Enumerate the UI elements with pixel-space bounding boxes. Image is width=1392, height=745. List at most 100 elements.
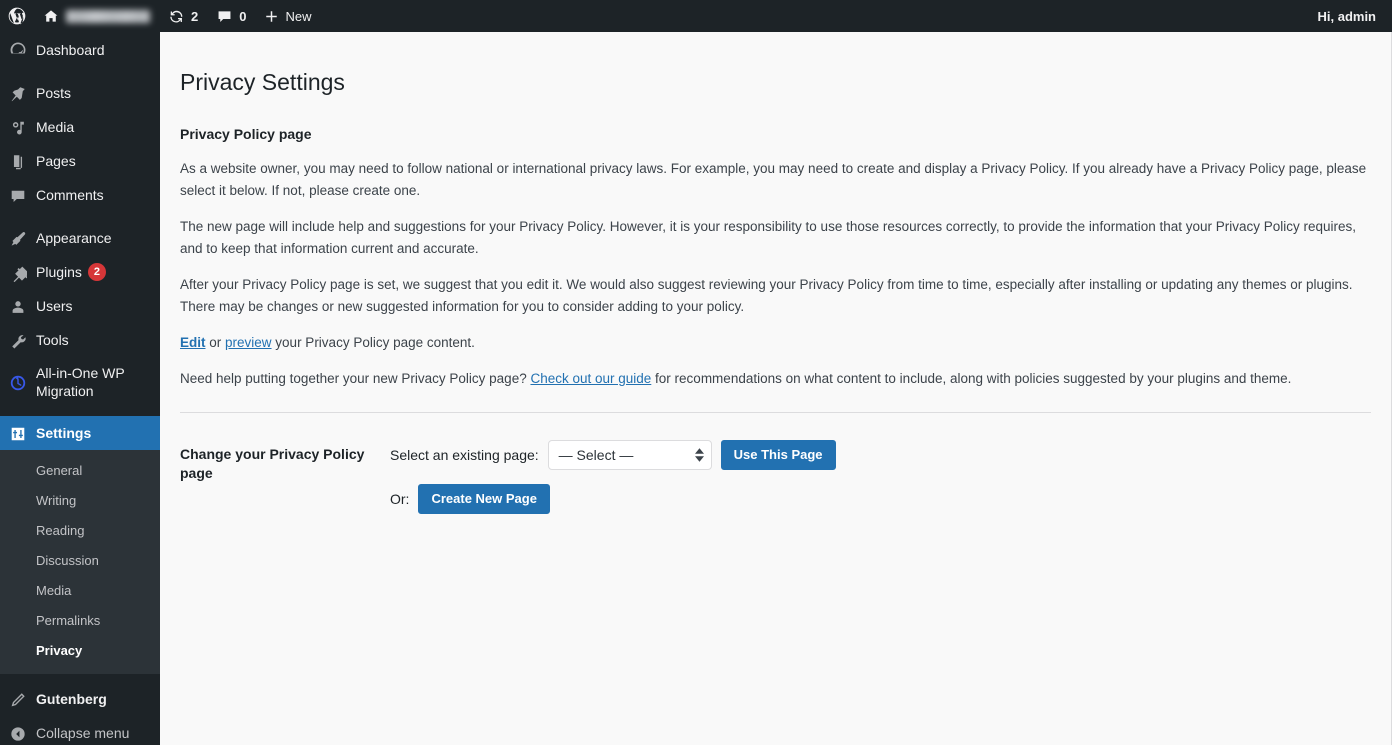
admin-bar: 2 0 New Hi, admin [0, 0, 1392, 32]
menu-separator [0, 674, 160, 682]
sidebar-item-label: Pages [36, 153, 76, 169]
settings-sliders-icon [0, 424, 36, 443]
plug-icon [0, 263, 36, 282]
sidebar-item-collapse-menu[interactable]: Collapse menu [0, 716, 160, 745]
updates-count: 2 [191, 8, 199, 24]
edit-preview-line: Edit or preview your Privacy Policy page… [180, 332, 1371, 354]
menu-separator [0, 67, 160, 76]
intro-paragraph-3: After your Privacy Policy page is set, w… [180, 276, 1353, 314]
sidebar-item-label: Appearance [36, 230, 112, 246]
site-name-redacted [66, 9, 150, 23]
sidebar-item-label: Collapse menu [36, 725, 130, 741]
sidebar-item-plugins[interactable]: Plugins 2 [0, 255, 160, 289]
user-icon [0, 297, 36, 316]
select-updown-arrows-icon [694, 448, 704, 463]
home-icon [43, 8, 59, 24]
edit-policy-page-link[interactable]: Edit [180, 335, 206, 350]
wp-admin-screen: 2 0 New Hi, admin Dashboard Posts Media … [0, 0, 1392, 745]
create-new-page-button[interactable]: Create New Page [418, 484, 550, 515]
select-existing-page-row: Select an existing page: — Select — Use … [390, 440, 1361, 471]
main-content-area: Privacy Settings Privacy Policy page As … [160, 32, 1392, 745]
sidebar-item-label: Tools [36, 332, 69, 348]
submenu-item-general[interactable]: General [0, 456, 160, 486]
guide-help-line: Need help putting together your new Priv… [180, 368, 1371, 390]
wordpress-logo-menu[interactable] [0, 0, 34, 32]
change-policy-page-label: Change your Privacy Policy page [180, 446, 365, 481]
change-policy-page-row: Change your Privacy Policy page Select a… [180, 425, 1371, 534]
sidebar-item-label: All-in-One WP Migration [36, 365, 125, 399]
media-icon [0, 118, 36, 137]
comments-count: 0 [239, 8, 247, 24]
page-title: Privacy Settings [180, 69, 345, 95]
new-content-menu[interactable]: New [255, 0, 320, 32]
submenu-item-privacy[interactable]: Privacy [0, 636, 160, 666]
sidebar-item-appearance[interactable]: Appearance [0, 221, 160, 255]
comment-bubble-icon [216, 8, 233, 25]
guide-line-lead-text: Need help putting together your new Priv… [180, 370, 531, 386]
sidebar-item-label: Posts [36, 85, 72, 101]
collapse-arrow-icon [0, 724, 36, 743]
submenu-item-media[interactable]: Media [0, 576, 160, 606]
sidebar-item-label: Users [36, 298, 73, 314]
sidebar-item-all-in-one-wp-migration[interactable]: All-in-One WP Migration [0, 357, 160, 407]
account-menu[interactable]: Hi, admin [1308, 0, 1392, 32]
sidebar-item-dashboard[interactable]: Dashboard [0, 32, 160, 67]
section-heading-privacy-policy-page: Privacy Policy page [180, 125, 312, 142]
admin-sidebar-menu: Dashboard Posts Media Pages Comments App… [0, 32, 160, 745]
site-name-menu[interactable] [34, 0, 159, 32]
wordpress-logo-icon [7, 6, 27, 26]
sidebar-item-label: Dashboard [36, 41, 105, 58]
updates-menu[interactable]: 2 [159, 0, 207, 32]
create-new-page-row: Or: Create New Page [390, 484, 1361, 515]
or-label: Or: [390, 491, 410, 508]
comment-bubble-icon [0, 186, 36, 205]
submenu-item-discussion[interactable]: Discussion [0, 546, 160, 576]
sidebar-item-label: Settings [36, 425, 92, 441]
edit-line-or-text: or [205, 334, 226, 350]
use-this-page-button[interactable]: Use This Page [720, 440, 836, 471]
sidebar-item-label: Media [36, 119, 75, 135]
wrench-icon [0, 331, 36, 350]
sidebar-item-label: Plugins [36, 264, 82, 280]
updates-icon [168, 8, 185, 25]
new-label: New [285, 8, 312, 24]
pencil-icon [0, 690, 36, 709]
settings-submenu: General Writing Reading Discussion Media… [0, 450, 160, 674]
paintbrush-icon [0, 229, 36, 248]
intro-paragraph-2: The new page will include help and sugge… [180, 219, 1357, 257]
select-existing-page-label: Select an existing page: [390, 447, 539, 464]
check-out-our-guide-link[interactable]: Check out our guide [530, 371, 651, 386]
sidebar-item-comments[interactable]: Comments [0, 178, 160, 212]
submenu-item-writing[interactable]: Writing [0, 486, 160, 516]
sidebar-item-tools[interactable]: Tools [0, 323, 160, 357]
sidebar-item-gutenberg[interactable]: Gutenberg [0, 682, 160, 716]
submenu-item-permalinks[interactable]: Permalinks [0, 606, 160, 636]
pages-icon [0, 152, 36, 171]
guide-line-tail-text: for recommendations on what content to i… [651, 370, 1292, 386]
sidebar-item-settings[interactable]: Settings [0, 416, 160, 450]
comments-menu[interactable]: 0 [207, 0, 255, 32]
sidebar-item-pages[interactable]: Pages [0, 144, 160, 178]
pin-icon [0, 84, 36, 103]
content-divider [180, 412, 1371, 414]
existing-page-select-value: — Select — [558, 447, 634, 464]
sidebar-item-posts[interactable]: Posts [0, 76, 160, 110]
howdy-label: Hi, admin [1317, 8, 1376, 24]
dashboard-icon [0, 39, 36, 60]
sidebar-item-media[interactable]: Media [0, 110, 160, 144]
change-policy-page-controls: Select an existing page: — Select — Use … [380, 425, 1371, 534]
sidebar-item-users[interactable]: Users [0, 289, 160, 323]
privacy-policy-form-table: Change your Privacy Policy page Select a… [180, 425, 1371, 534]
plugins-update-badge: 2 [87, 263, 106, 281]
submenu-item-reading[interactable]: Reading [0, 516, 160, 546]
sidebar-item-label: Comments [36, 187, 104, 203]
migration-circle-arrow-icon [0, 373, 36, 392]
menu-separator [0, 407, 160, 416]
edit-line-tail-text: your Privacy Policy page content. [271, 334, 475, 350]
intro-paragraph-1: As a website owner, you may need to foll… [180, 161, 1367, 199]
plus-icon [264, 9, 279, 24]
preview-policy-page-link[interactable]: preview [225, 335, 272, 350]
menu-separator [0, 212, 160, 221]
sidebar-item-label: Gutenberg [36, 691, 107, 707]
existing-page-select[interactable]: — Select — [547, 440, 712, 471]
